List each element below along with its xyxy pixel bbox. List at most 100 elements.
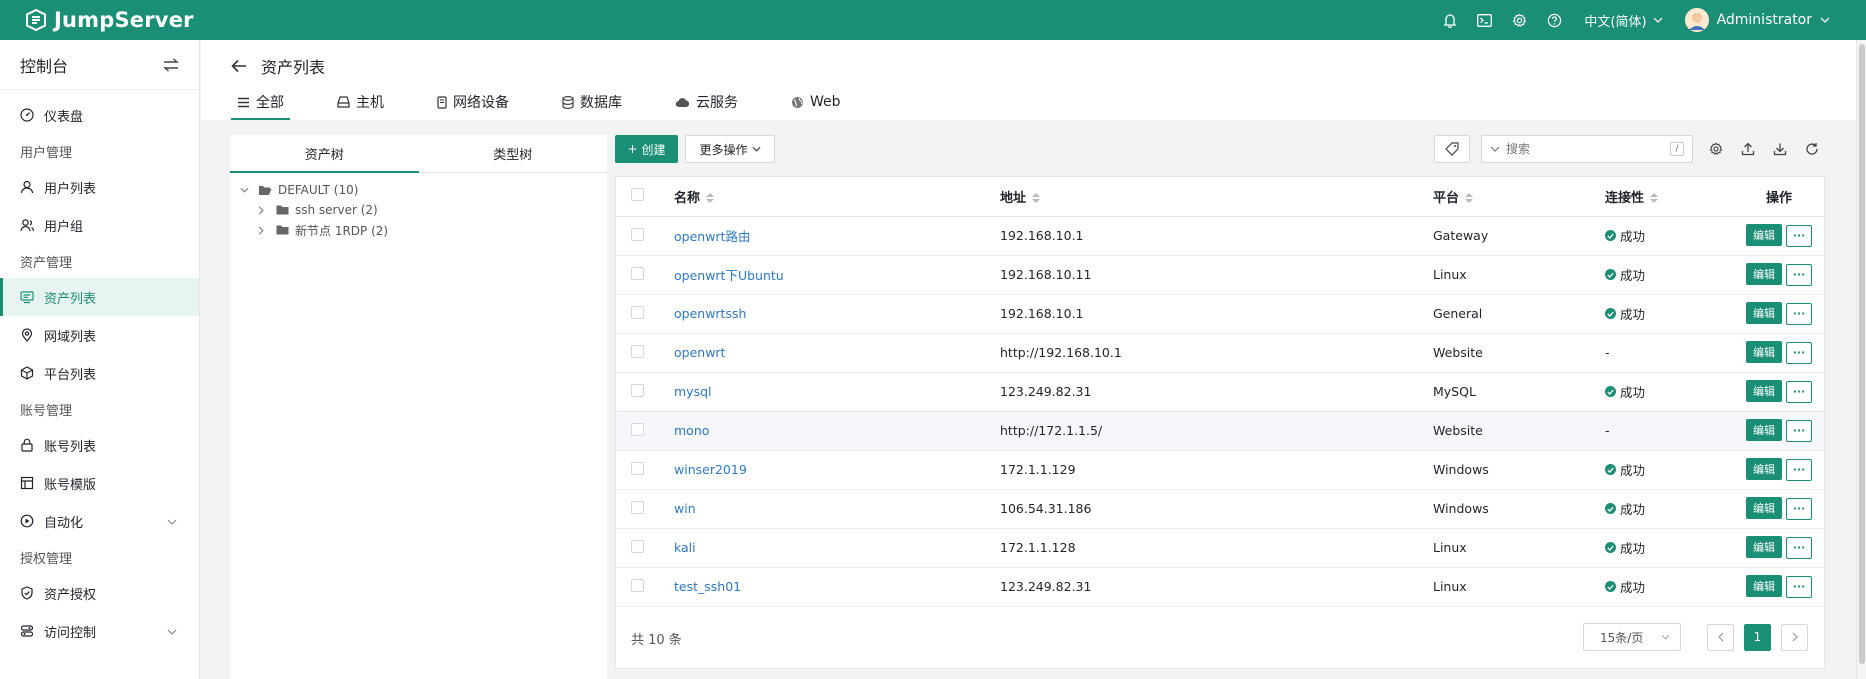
- table-row[interactable]: mysql 123.249.82.31 MySQL 成功 编辑 ···: [616, 372, 1824, 412]
- page-scrollbar[interactable]: [1856, 40, 1866, 679]
- sidebar-item-automation[interactable]: 自动化: [0, 502, 199, 540]
- tab-globe[interactable]: Web: [785, 84, 847, 120]
- row-checkbox[interactable]: [631, 578, 644, 592]
- column-name[interactable]: 名称: [674, 177, 1000, 217]
- table-settings-icon[interactable]: [1706, 139, 1726, 159]
- next-page-button[interactable]: [1781, 623, 1808, 651]
- more-options-button[interactable]: ···: [1786, 380, 1812, 403]
- tab-host[interactable]: 主机: [331, 84, 390, 120]
- sidebar-item-dashboard[interactable]: 仪表盘: [0, 96, 199, 134]
- tab-database[interactable]: 数据库: [556, 84, 628, 120]
- more-options-button[interactable]: ···: [1786, 458, 1812, 481]
- edit-button[interactable]: 编辑: [1746, 536, 1782, 559]
- edit-button[interactable]: 编辑: [1746, 497, 1782, 520]
- tab-network-device[interactable]: 网络设备: [431, 84, 515, 120]
- terminal-icon[interactable]: [1467, 0, 1502, 40]
- search-input[interactable]: [1506, 142, 1664, 156]
- row-checkbox[interactable]: [631, 461, 644, 475]
- column-connectivity[interactable]: 连接性: [1605, 177, 1734, 217]
- more-actions-button[interactable]: 更多操作: [685, 135, 775, 163]
- sidebar-item-asset-list[interactable]: 资产列表: [0, 278, 199, 316]
- more-options-button[interactable]: ···: [1786, 341, 1812, 364]
- download-icon[interactable]: [1770, 139, 1790, 159]
- scrollbar-thumb[interactable]: [1859, 44, 1865, 664]
- asset-name-link[interactable]: kali: [674, 540, 696, 555]
- table-row[interactable]: openwrt下Ubuntu 192.168.10.11 Linux 成功 编辑 ···: [616, 255, 1824, 295]
- row-checkbox[interactable]: [631, 344, 644, 358]
- column-platform[interactable]: 平台: [1433, 177, 1605, 217]
- asset-name-link[interactable]: mysql: [674, 384, 712, 399]
- asset-name-link[interactable]: openwrt: [674, 345, 725, 360]
- tag-filter-button[interactable]: [1434, 135, 1470, 163]
- tab-list[interactable]: 全部: [231, 84, 290, 120]
- more-options-button[interactable]: ···: [1786, 497, 1812, 520]
- row-checkbox[interactable]: [631, 227, 644, 241]
- table-row[interactable]: openwrt路由 192.168.10.1 Gateway 成功 编辑 ···: [616, 216, 1824, 256]
- edit-button[interactable]: 编辑: [1746, 419, 1782, 442]
- edit-button[interactable]: 编辑: [1746, 458, 1782, 481]
- table-row[interactable]: kali 172.1.1.128 Linux 成功 编辑 ···: [616, 528, 1824, 568]
- page-number-current[interactable]: 1: [1744, 623, 1771, 651]
- upload-icon[interactable]: [1738, 139, 1758, 159]
- swap-icon[interactable]: [163, 57, 179, 72]
- table-row[interactable]: openwrt http://192.168.10.1 Website - 编辑 ···: [616, 333, 1824, 373]
- edit-button[interactable]: 编辑: [1746, 575, 1782, 598]
- sidebar-item-template[interactable]: 账号模版: [0, 464, 199, 502]
- chevron-right-icon[interactable]: [258, 226, 270, 235]
- app-logo[interactable]: JumpServer: [24, 8, 194, 32]
- sidebar-item-lock[interactable]: 账号列表: [0, 426, 199, 464]
- tab-cloud[interactable]: 云服务: [669, 84, 744, 120]
- back-arrow-icon[interactable]: [231, 59, 247, 73]
- sidebar-item-access-control[interactable]: 访问控制: [0, 612, 199, 650]
- table-row[interactable]: win 106.54.31.186 Windows 成功 编辑 ···: [616, 489, 1824, 529]
- bell-icon[interactable]: [1432, 0, 1467, 40]
- more-options-button[interactable]: ···: [1786, 224, 1812, 247]
- sidebar-item-user[interactable]: 用户列表: [0, 168, 199, 206]
- prev-page-button[interactable]: [1707, 623, 1734, 651]
- row-checkbox[interactable]: [631, 383, 644, 397]
- edit-button[interactable]: 编辑: [1746, 224, 1782, 247]
- tab-type-tree[interactable]: 类型树: [419, 135, 608, 172]
- row-checkbox[interactable]: [631, 266, 644, 280]
- select-all-checkbox[interactable]: [631, 187, 644, 201]
- sidebar-item-shield[interactable]: 资产授权: [0, 574, 199, 612]
- sidebar-item-location[interactable]: 网域列表: [0, 316, 199, 354]
- user-menu[interactable]: Administrator: [1684, 8, 1830, 32]
- table-row[interactable]: mono http://172.1.1.5/Website - 编辑 ···: [616, 411, 1824, 451]
- asset-name-link[interactable]: win: [674, 501, 696, 516]
- more-options-button[interactable]: ···: [1786, 419, 1812, 442]
- tab-asset-tree[interactable]: 资产树: [230, 135, 419, 173]
- column-address[interactable]: 地址: [1000, 177, 1433, 217]
- tree-node[interactable]: ssh server (2): [240, 200, 607, 220]
- more-options-button[interactable]: ···: [1786, 263, 1812, 286]
- language-selector[interactable]: 中文(简体): [1584, 11, 1663, 30]
- more-options-button[interactable]: ···: [1786, 302, 1812, 325]
- edit-button[interactable]: 编辑: [1746, 263, 1782, 286]
- table-row[interactable]: winser2019 172.1.1.129 Windows 成功 编辑 ···: [616, 450, 1824, 490]
- chevron-down-icon[interactable]: [240, 187, 252, 193]
- asset-name-link[interactable]: test_ssh01: [674, 579, 741, 594]
- table-row[interactable]: test_ssh01 123.249.82.31 Linux 成功 编辑 ···: [616, 567, 1824, 607]
- asset-name-link[interactable]: winser2019: [674, 462, 747, 477]
- edit-button[interactable]: 编辑: [1746, 380, 1782, 403]
- gear-icon[interactable]: [1502, 0, 1537, 40]
- create-button[interactable]: + 创建: [615, 135, 678, 163]
- asset-name-link[interactable]: openwrt路由: [674, 229, 750, 244]
- tree-node[interactable]: DEFAULT (10): [240, 180, 607, 200]
- more-options-button[interactable]: ···: [1786, 536, 1812, 559]
- more-options-button[interactable]: ···: [1786, 575, 1812, 598]
- edit-button[interactable]: 编辑: [1746, 302, 1782, 325]
- sidebar-item-cube[interactable]: 平台列表: [0, 354, 199, 392]
- asset-name-link[interactable]: openwrtssh: [674, 306, 746, 321]
- refresh-icon[interactable]: [1802, 139, 1822, 159]
- table-row[interactable]: openwrtssh 192.168.10.1 General 成功 编辑 ···: [616, 294, 1824, 334]
- help-icon[interactable]: [1537, 0, 1572, 40]
- row-checkbox[interactable]: [631, 500, 644, 514]
- page-size-select[interactable]: 15条/页: [1583, 623, 1681, 651]
- asset-name-link[interactable]: mono: [674, 423, 709, 438]
- asset-name-link[interactable]: openwrt下Ubuntu: [674, 268, 784, 283]
- sidebar-item-user-group[interactable]: 用户组: [0, 206, 199, 244]
- chevron-right-icon[interactable]: [258, 206, 270, 215]
- row-checkbox[interactable]: [631, 422, 644, 436]
- edit-button[interactable]: 编辑: [1746, 341, 1782, 364]
